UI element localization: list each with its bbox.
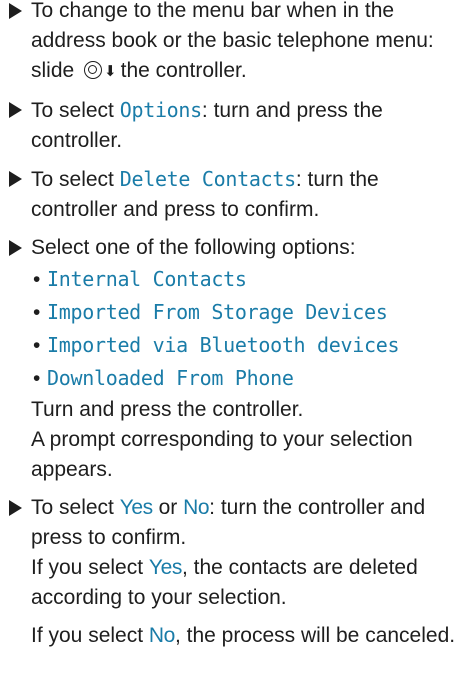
step-text-post: the controller.: [120, 59, 247, 82]
term-no: No: [183, 496, 210, 519]
option-downloaded-phone: Downloaded From Phone: [47, 366, 294, 390]
step-change-to-menu-bar: To change to the menu bar when in the ad…: [0, 0, 464, 87]
controller-icon: [84, 61, 103, 79]
options-list: Internal Contacts Imported From Storage …: [31, 263, 460, 395]
down-arrow-icon: ⬇: [104, 63, 117, 80]
triangle-bullet-icon: [7, 233, 23, 263]
step-followup: Turn and press the controller.: [31, 398, 304, 421]
step-text-mid: or: [152, 496, 184, 519]
option-imported-bluetooth: Imported via Bluetooth devices: [47, 333, 400, 357]
menu-term-options: Options: [119, 98, 202, 122]
triangle-bullet-icon: [7, 0, 23, 26]
yes-result: If you select Yes, the contacts are dele…: [31, 553, 460, 613]
triangle-bullet-icon: [7, 493, 23, 523]
step-text-pre: To select: [31, 496, 120, 519]
instruction-document: To change to the menu bar when in the ad…: [0, 0, 464, 659]
step-intro: Select one of the following options:: [31, 236, 356, 259]
option-imported-storage: Imported From Storage Devices: [47, 300, 388, 324]
term-yes: Yes: [148, 556, 182, 579]
list-item: Imported via Bluetooth devices: [31, 329, 460, 362]
term-no: No: [148, 624, 175, 647]
no-result-pre: If you select: [31, 624, 149, 647]
yes-result-pre: If you select: [31, 556, 149, 579]
list-item: Downloaded From Phone: [31, 362, 460, 395]
triangle-bullet-icon: [7, 164, 23, 194]
step-result: A prompt corresponding to your selection…: [31, 428, 413, 481]
list-item: Internal Contacts: [31, 263, 460, 296]
option-internal-contacts: Internal Contacts: [47, 267, 247, 291]
no-result-post: , the process will be canceled.: [174, 624, 456, 647]
step-text-pre: To select: [31, 168, 120, 191]
no-result: If you select No, the process will be ca…: [31, 621, 460, 651]
term-yes: Yes: [119, 496, 153, 519]
step-select-options: To select Options: turn and press the co…: [0, 95, 464, 156]
triangle-bullet-icon: [7, 95, 23, 125]
step-text-pre: To select: [31, 99, 120, 122]
step-select-delete-contacts: To select Delete Contacts: turn the cont…: [0, 164, 464, 225]
step-select-yes-no: To select Yes or No: turn the controller…: [0, 493, 464, 651]
menu-term-delete-contacts: Delete Contacts: [119, 167, 296, 191]
step-select-option-list: Select one of the following options: Int…: [0, 233, 464, 485]
list-item: Imported From Storage Devices: [31, 296, 460, 329]
